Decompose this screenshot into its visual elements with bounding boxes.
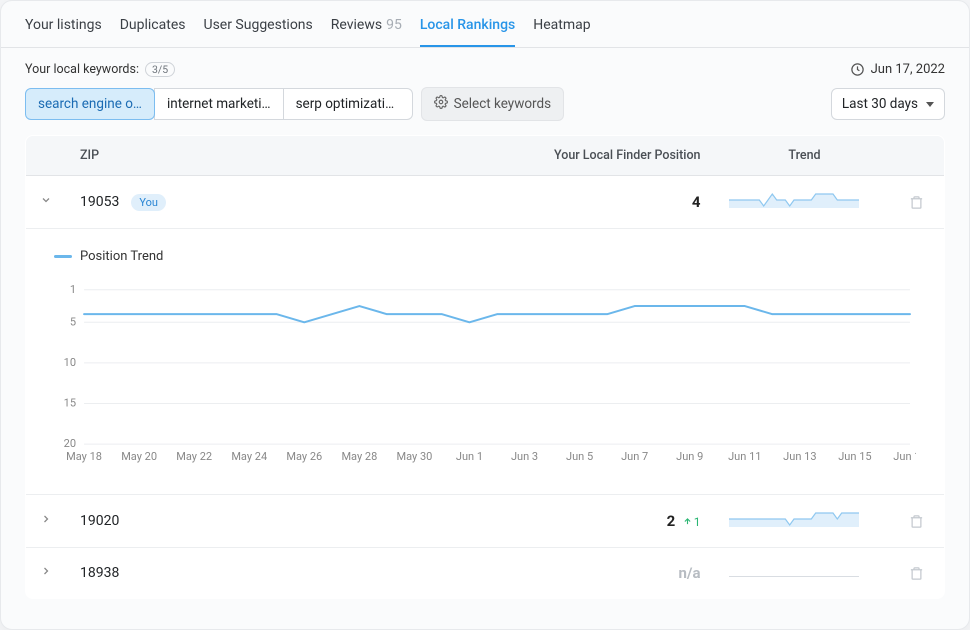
svg-text:Jun 7: Jun 7 (621, 450, 648, 463)
tab-label: Heatmap (533, 17, 590, 33)
svg-text:May 26: May 26 (286, 450, 322, 463)
svg-text:Jun 11: Jun 11 (728, 450, 761, 463)
svg-text:Jun 3: Jun 3 (511, 450, 538, 463)
keywords-label-text: Your local keywords: (25, 62, 139, 77)
svg-text:May 30: May 30 (397, 450, 433, 463)
svg-text:May 24: May 24 (231, 450, 267, 463)
svg-text:Jun 13: Jun 13 (783, 450, 816, 463)
zip-value: 19053 (80, 194, 119, 210)
collapse-toggle[interactable] (40, 194, 52, 210)
date-range-label: Last 30 days (842, 96, 918, 112)
select-keywords-label: Select keywords (454, 96, 552, 112)
zip-value: 18938 (80, 565, 119, 581)
svg-text:Jun 15: Jun 15 (838, 450, 871, 463)
svg-text:May 28: May 28 (341, 450, 377, 463)
select-keywords-button[interactable]: Select keywords (421, 87, 565, 121)
rankings-table: ZIP Your Local Finder Position Trend 190… (25, 135, 945, 599)
svg-text:May 18: May 18 (66, 450, 102, 463)
delete-button[interactable] (909, 195, 931, 210)
keyword-chip[interactable]: internet marketi… (154, 88, 284, 120)
chip-label: internet marketi… (167, 96, 271, 112)
date-text: Jun 17, 2022 (871, 62, 945, 77)
svg-text:20: 20 (64, 437, 76, 450)
toolbar-top: Your local keywords: 3/5 Jun 17, 2022 (1, 48, 969, 77)
chip-label: search engine o… (38, 96, 142, 112)
tab-your-listings[interactable]: Your listings (25, 11, 102, 47)
chart-row: Position Trend 15101520May 18May 20May 2… (26, 229, 945, 495)
position-change: 1 (683, 515, 701, 529)
chip-label: serp optimization (296, 96, 401, 112)
table-row: 18938 n/a (26, 548, 945, 599)
col-expand (26, 136, 67, 176)
tab-heatmap[interactable]: Heatmap (533, 11, 590, 47)
delete-button[interactable] (909, 514, 931, 529)
svg-text:Jun 17: Jun 17 (893, 450, 916, 463)
svg-text:5: 5 (70, 315, 76, 328)
tab-reviews[interactable]: Reviews95 (331, 11, 402, 47)
expand-toggle[interactable] (40, 513, 52, 529)
legend-label: Position Trend (80, 249, 163, 264)
tab-label: Duplicates (120, 17, 186, 33)
delete-button[interactable] (909, 566, 931, 581)
position-value: n/a (678, 564, 700, 582)
keyword-chip-group: search engine o… internet marketi… serp … (25, 88, 413, 120)
position-value: 2 (667, 512, 676, 530)
position-value: 4 (692, 193, 701, 211)
keywords-count: 3/5 (145, 62, 175, 77)
svg-text:May 22: May 22 (176, 450, 212, 463)
tab-label: Local Rankings (420, 17, 515, 33)
tab-user-suggestions[interactable]: User Suggestions (203, 11, 312, 47)
keyword-chip[interactable]: serp optimization (283, 88, 413, 120)
trend-sparkline (729, 192, 859, 208)
tab-local-rankings[interactable]: Local Rankings (420, 11, 515, 47)
expand-toggle[interactable] (40, 565, 52, 581)
trend-sparkline (729, 511, 859, 527)
svg-text:Jun 9: Jun 9 (676, 450, 703, 463)
col-trend: Trend (715, 136, 895, 176)
keywords-label: Your local keywords: 3/5 (25, 62, 175, 77)
local-rankings-panel: Your listings Duplicates User Suggestion… (0, 0, 970, 630)
col-zip: ZIP (66, 136, 495, 176)
tab-count: 95 (386, 17, 402, 33)
svg-text:May 20: May 20 (121, 450, 157, 463)
table-row: 19020 2 1 (26, 495, 945, 548)
tab-label: User Suggestions (203, 17, 312, 33)
tab-bar: Your listings Duplicates User Suggestion… (1, 1, 969, 48)
gear-icon (434, 95, 448, 113)
col-actions (895, 136, 945, 176)
position-change-value: 1 (694, 515, 701, 529)
svg-text:Jun 1: Jun 1 (456, 450, 483, 463)
trend-sparkline-empty (729, 576, 859, 577)
position-trend-chart: 15101520May 18May 20May 22May 24May 26Ma… (54, 274, 916, 474)
svg-text:10: 10 (64, 356, 76, 369)
zip-value: 19020 (80, 513, 119, 529)
keyword-chip[interactable]: search engine o… (25, 88, 155, 120)
toolbar-filters: search engine o… internet marketi… serp … (1, 77, 969, 135)
tab-label: Reviews (331, 17, 382, 33)
table-row: 19053 You 4 (26, 176, 945, 229)
you-badge: You (131, 194, 166, 211)
clock-icon (850, 62, 865, 77)
svg-text:15: 15 (64, 397, 76, 410)
col-position: Your Local Finder Position (495, 136, 715, 176)
tab-duplicates[interactable]: Duplicates (120, 11, 186, 47)
chart-legend: Position Trend (54, 249, 916, 264)
tab-label: Your listings (25, 17, 102, 33)
svg-text:1: 1 (70, 283, 76, 296)
svg-text:Jun 5: Jun 5 (566, 450, 593, 463)
chevron-down-icon (926, 102, 934, 107)
legend-swatch-icon (54, 255, 72, 258)
as-of-date: Jun 17, 2022 (850, 62, 945, 77)
date-range-picker[interactable]: Last 30 days (831, 88, 945, 120)
rankings-table-wrap: ZIP Your Local Finder Position Trend 190… (1, 135, 969, 629)
